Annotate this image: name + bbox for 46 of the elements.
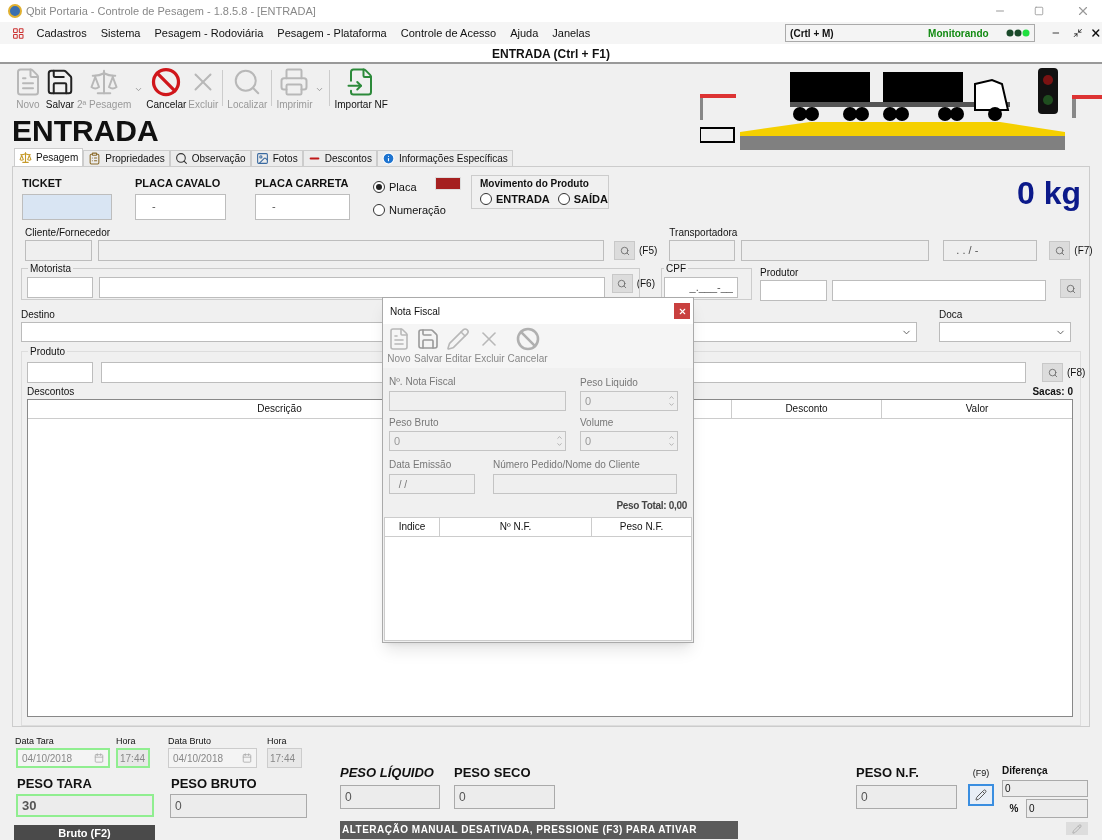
shortcut-label: (F5)	[639, 244, 658, 258]
shortcut-label: (F6)	[636, 277, 655, 291]
field-label: Transportadora	[669, 226, 739, 240]
radio-label: Placa	[389, 180, 417, 195]
field-label: Número Pedido/Nome do Cliente	[493, 458, 641, 472]
dialog-title: Nota Fiscal	[390, 304, 440, 319]
screen-title: ENTRADA (Ctrl + F1)	[0, 44, 1102, 64]
field-label: PLACA CAVALO	[135, 176, 222, 191]
field-label: PESO TARA	[17, 775, 93, 793]
status-banner: ALTERAÇÃO MANUAL DESATIVADA, PRESSIONE (F3) PARA ATIVAR	[340, 820, 738, 839]
shortcut-label: (Crtl + M)	[790, 26, 835, 41]
field-label: Doca	[939, 308, 963, 322]
field-label: Hora	[116, 735, 136, 746]
total-weight: Peso Total: 0,00	[616, 499, 687, 513]
radio-label: ENTRADA	[496, 192, 550, 207]
field-label: PESO BRUTO	[171, 775, 258, 793]
field-label: PESO N.F.	[856, 764, 920, 782]
field-label: PLACA CARRETA	[255, 176, 350, 191]
field-label: Nº. Nota Fiscal	[389, 375, 457, 389]
field-label: Hora	[267, 735, 287, 746]
field-label: PESO SECO	[454, 764, 532, 782]
field-label: Data Bruto	[168, 735, 213, 746]
field-label: %	[1008, 802, 1020, 816]
weight-display: 0 kg	[1016, 175, 1081, 213]
field-label: Data Emissão	[389, 458, 453, 472]
mode-title: ENTRADA	[12, 114, 160, 148]
field-label: PESO LÍQUIDO	[340, 764, 435, 782]
window-title: Qbit Portaria - Controle de Pesagem - 1.8.5.8 - [ENTRADA]	[26, 3, 317, 19]
field-label: Produtor	[760, 266, 800, 280]
shortcut-label: (F9)	[972, 767, 990, 780]
field-label: Peso Liquido	[580, 376, 639, 390]
field-label: Cliente/Fornecedor	[25, 226, 112, 240]
shortcut-label: (F7)	[1074, 244, 1093, 258]
field-label: Data Tara	[14, 735, 55, 746]
group-title: Movimento do Produto	[480, 177, 590, 191]
field-label: Descontos	[27, 385, 75, 399]
radio-label: Numeração	[389, 202, 446, 218]
field-label: TICKET	[22, 176, 63, 191]
monitor-status: Monitorando	[928, 26, 990, 41]
sacks-count: Sacas: 0	[1032, 385, 1073, 399]
field-label: Diferença	[1002, 764, 1049, 778]
field-label: Volume	[580, 416, 615, 430]
shortcut-label: (F8)	[1067, 366, 1086, 380]
radio-label: SAÍDA	[573, 192, 608, 207]
field-label: Peso Bruto	[389, 416, 440, 430]
field-label: Destino	[21, 308, 55, 322]
